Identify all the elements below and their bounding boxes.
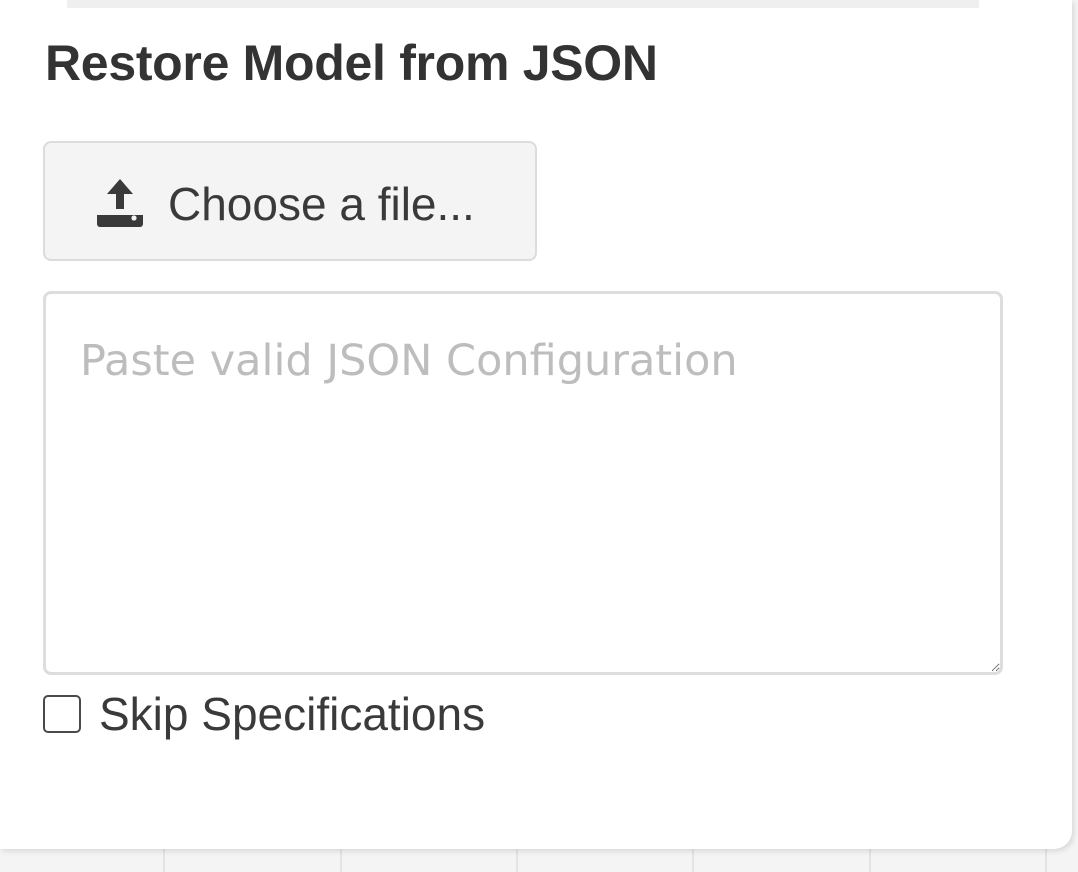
restore-model-panel: Restore Model from JSON Choose a file...… bbox=[0, 0, 1072, 849]
skip-specifications-row[interactable]: Skip Specifications bbox=[43, 686, 485, 742]
choose-file-button[interactable]: Choose a file... bbox=[43, 141, 537, 261]
skip-specifications-checkbox[interactable] bbox=[43, 695, 81, 733]
choose-file-label: Choose a file... bbox=[168, 178, 475, 230]
panel-title: Restore Model from JSON bbox=[45, 35, 658, 91]
json-configuration-input[interactable] bbox=[43, 291, 1003, 675]
skip-specifications-label[interactable]: Skip Specifications bbox=[99, 687, 485, 741]
upload-icon bbox=[95, 177, 145, 229]
stage: Restore Model from JSON Choose a file...… bbox=[0, 0, 1078, 872]
section-divider bbox=[67, 0, 979, 8]
